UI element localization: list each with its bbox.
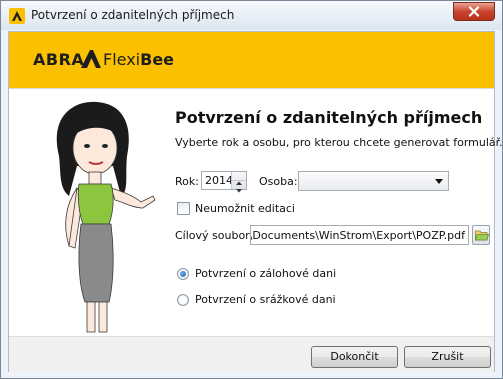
button-bar: Dokončit Zrušit — [9, 336, 494, 372]
radio-advance-tax[interactable] — [177, 268, 189, 280]
disable-edit-label[interactable]: Neumožnit editaci — [195, 202, 295, 215]
radio-advance-tax-label[interactable]: Potvrzení o zálohové dani — [195, 267, 336, 280]
person-select[interactable] — [298, 171, 449, 191]
target-file-label: Cílový soubor: — [175, 229, 254, 242]
dialog-window: Potvrzení o zdanitelných příjmech ABRA F… — [0, 0, 503, 379]
year-decrement-button[interactable] — [232, 180, 246, 193]
window-title: Potvrzení o zdanitelných příjmech — [31, 8, 235, 22]
person-label: Osoba: — [259, 175, 298, 188]
disable-edit-checkbox[interactable] — [177, 202, 190, 215]
dialog-content: ABRA FlexiBee Potvrzení o zdanitelných p… — [8, 31, 503, 372]
chevron-down-icon — [236, 189, 242, 193]
logo-flexi-text: Flexi — [103, 50, 141, 69]
close-icon — [468, 6, 480, 17]
radio-selected-dot — [180, 271, 186, 277]
logo-mark-icon — [81, 50, 101, 68]
target-file-value[interactable]: lova\Documents\WinStrom\Export\POZP.pdf — [251, 229, 465, 242]
dropdown-arrow-icon — [435, 179, 443, 184]
abra-flexibee-app-icon — [9, 8, 25, 24]
page-title: Potvrzení o zdanitelných příjmech — [175, 108, 483, 127]
logo-abra-text: ABRA — [33, 50, 85, 69]
year-spinner-buttons — [231, 172, 246, 193]
banner-divider — [9, 88, 494, 89]
finish-button[interactable]: Dokončit — [311, 346, 398, 368]
folder-open-icon — [475, 230, 489, 241]
radio-withholding-tax[interactable] — [177, 294, 189, 306]
browse-file-button[interactable] — [472, 225, 490, 245]
brand-banner: ABRA FlexiBee — [9, 32, 494, 88]
cancel-button[interactable]: Zrušit — [404, 346, 491, 368]
mascot-illustration — [56, 101, 156, 333]
title-bar[interactable]: Potvrzení o zdanitelných příjmech — [1, 1, 502, 30]
target-file-input[interactable]: lova\Documents\WinStrom\Export\POZP.pdf — [250, 225, 469, 245]
year-spinner[interactable]: 2014 — [201, 171, 247, 193]
year-label: Rok: — [175, 175, 199, 188]
instructions-text: Vyberte rok a osobu, pro kterou chcete g… — [175, 136, 503, 149]
close-button[interactable] — [453, 2, 495, 21]
year-value[interactable]: 2014 — [205, 174, 233, 187]
logo-bee-text: Bee — [140, 50, 175, 69]
radio-withholding-tax-label[interactable]: Potvrzení o srážkové dani — [195, 293, 336, 306]
